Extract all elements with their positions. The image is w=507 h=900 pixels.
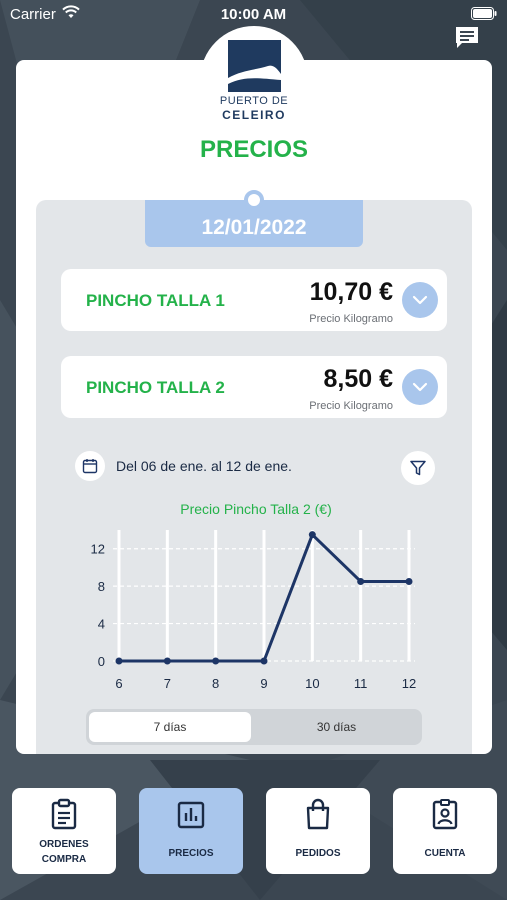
x-tick-label: 10	[305, 676, 319, 691]
chat-icon[interactable]	[454, 25, 480, 51]
chevron-down-icon	[412, 295, 428, 305]
date-range-text: Del 06 de ene. al 12 de ene.	[116, 458, 292, 474]
tab-label: PRECIOS	[168, 848, 214, 859]
tab-label: COMPRA	[41, 854, 87, 865]
tab-label: PEDIDOS	[295, 848, 341, 859]
price-name: PINCHO TALLA 1	[86, 291, 225, 310]
price-value: 8,50 €	[323, 365, 393, 393]
account-badge-icon	[432, 799, 458, 830]
expand-button[interactable]	[402, 282, 438, 318]
bar-chart-icon	[177, 801, 205, 829]
tab-label: ORDENES	[39, 839, 89, 850]
expand-button[interactable]	[402, 369, 438, 405]
clipboard-list-icon	[51, 798, 77, 830]
y-tick-label: 8	[98, 579, 105, 594]
data-point	[163, 657, 171, 665]
tab-ordenes-compra[interactable]: ORDENES COMPRA	[12, 788, 116, 874]
y-tick-label: 12	[91, 542, 105, 557]
filter-icon	[410, 460, 426, 476]
data-point	[405, 577, 413, 585]
data-point	[115, 657, 123, 665]
logo-text-line2: CELEIRO	[222, 108, 286, 122]
x-tick-label: 11	[354, 676, 368, 691]
chevron-down-icon	[412, 382, 428, 392]
bottom-tab-bar: ORDENES COMPRA PRECIOS PEDIDOS CUENTA	[0, 788, 507, 878]
data-point	[308, 531, 316, 539]
calendar-button[interactable]	[75, 451, 105, 481]
calendar-icon	[82, 459, 98, 474]
segment-30-days[interactable]: 30 días	[254, 712, 419, 742]
port-logo-icon	[228, 40, 281, 92]
filter-button[interactable]	[401, 451, 435, 485]
status-bar: Carrier 10:00 AM	[0, 0, 507, 28]
date-indicator-dot	[244, 190, 264, 210]
price-name: PINCHO TALLA 2	[86, 378, 225, 397]
page-title: PRECIOS	[199, 136, 309, 163]
main-card: 12/01/2022 PRECIOS PINCHO TALLA 1 10,70 …	[16, 60, 492, 754]
x-tick-label: 7	[164, 676, 171, 691]
period-segmented-control: 7 días 30 días	[86, 709, 422, 745]
price-card-talla-1[interactable]: PINCHO TALLA 1 10,70 € Precio Kilogramo	[61, 269, 447, 331]
chart-title: Precio Pincho Talla 2 (€)	[180, 501, 332, 517]
tab-label: CUENTA	[424, 848, 466, 859]
tab-cuenta[interactable]: CUENTA	[393, 788, 497, 874]
y-tick-label: 4	[98, 617, 105, 632]
data-point	[357, 577, 365, 585]
shopping-bag-icon	[306, 798, 330, 830]
price-unit: Precio Kilogramo	[309, 400, 393, 412]
battery-icon	[471, 7, 497, 20]
price-value: 10,70 €	[309, 278, 393, 306]
segment-7-days[interactable]: 7 días	[89, 712, 251, 742]
x-tick-label: 6	[115, 676, 122, 691]
data-point	[260, 657, 268, 665]
price-card-talla-2[interactable]: PINCHO TALLA 2 8,50 € Precio Kilogramo	[61, 356, 447, 418]
price-unit: Precio Kilogramo	[309, 313, 393, 325]
tab-pedidos[interactable]: PEDIDOS	[266, 788, 370, 874]
tab-precios[interactable]: PRECIOS	[139, 788, 243, 874]
logo-text-line1: PUERTO DE	[219, 95, 289, 107]
x-tick-label: 9	[260, 676, 267, 691]
x-tick-label: 8	[212, 676, 219, 691]
price-line-chart: 0 4 8 12 6 7 8 9 10 11 12	[91, 530, 416, 691]
y-tick-label: 0	[98, 654, 105, 669]
data-point	[212, 657, 220, 665]
status-time: 10:00 AM	[220, 6, 287, 23]
x-tick-label: 12	[402, 676, 416, 691]
